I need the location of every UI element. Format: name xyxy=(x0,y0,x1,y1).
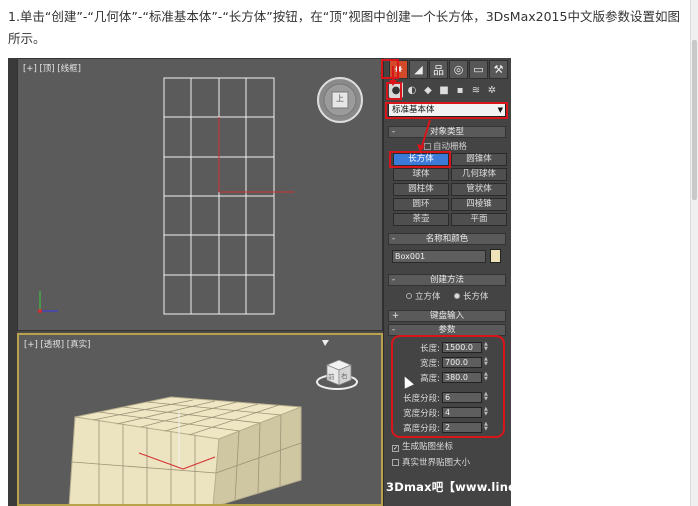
scroll-thumb[interactable] xyxy=(692,40,697,200)
spacewarps-category[interactable]: ≋ xyxy=(469,82,483,98)
creation-method-rollout[interactable]: - 创建方法 xyxy=(388,274,506,286)
plane-button[interactable]: 平面 xyxy=(451,213,507,226)
checkmark-icon: ✓ xyxy=(392,445,399,452)
page-scrollbar[interactable] xyxy=(690,0,698,506)
geosphere-button[interactable]: 几何球体 xyxy=(451,168,507,181)
systems-category[interactable]: ✲ xyxy=(485,82,499,98)
utilities-icon: ⚒ xyxy=(493,63,504,76)
creation-method-header: 创建方法 xyxy=(429,275,464,285)
viewcube-right-face[interactable]: 右 xyxy=(341,370,348,380)
gen-mapping-checkbox[interactable]: ✓ 生成贴图坐标 xyxy=(392,440,453,452)
cube-radio-label: 立方体 xyxy=(415,292,441,302)
radio-on-icon xyxy=(454,293,460,299)
real-world-checkbox[interactable]: 真实世界贴图大小 xyxy=(392,456,470,468)
viewport-strip xyxy=(8,58,17,506)
radio-off-icon xyxy=(406,293,412,299)
max-screenshot: [+] [顶] [线框] 上 [+] [透视] [真实] 前 右 ✸ ◢ 品 ◎… xyxy=(8,58,511,506)
helpers-category[interactable]: ▪ xyxy=(453,82,467,98)
instruction-text: 1.单击“创建”-“几何体”-“标准基本体”-“长方体”按钮，在“顶”视图中创建… xyxy=(8,9,680,46)
collapse-icon: - xyxy=(392,325,396,335)
real-world-label: 真实世界贴图大小 xyxy=(402,458,471,468)
torus-button[interactable]: 圆环 xyxy=(393,198,449,211)
motion-tab[interactable]: ◎ xyxy=(449,60,468,79)
perspective-box xyxy=(68,340,358,504)
systems-icon: ✲ xyxy=(487,84,497,96)
utilities-tab[interactable]: ⚒ xyxy=(489,60,508,79)
annotation-arrows xyxy=(389,66,431,152)
viewcube-top-face[interactable]: 上 xyxy=(334,93,346,104)
camera-icon: ■ xyxy=(439,84,449,96)
teapot-button[interactable]: 茶壶 xyxy=(393,213,449,226)
object-color-swatch[interactable] xyxy=(490,249,501,263)
object-name-input[interactable]: Box001 xyxy=(392,250,486,263)
perspective-viewport-label[interactable]: [+] [透视] [真实] xyxy=(24,338,90,350)
keyboard-entry-rollout[interactable]: + 键盘输入 xyxy=(388,310,506,322)
box-radio-label: 长方体 xyxy=(463,292,489,302)
name-color-rollout[interactable]: - 名称和颜色 xyxy=(388,233,506,245)
empty-check-icon xyxy=(392,459,399,466)
sphere-button[interactable]: 球体 xyxy=(393,168,449,181)
display-tab[interactable]: ▭ xyxy=(469,60,488,79)
motion-icon: ◎ xyxy=(453,63,464,76)
pyramid-button[interactable]: 四棱锥 xyxy=(451,198,507,211)
display-icon: ▭ xyxy=(473,63,484,76)
helpers-icon: ▪ xyxy=(456,84,464,96)
expand-icon: + xyxy=(392,311,400,321)
parameters-header: 参数 xyxy=(438,325,456,335)
top-viewport[interactable]: [+] [顶] [线框] 上 xyxy=(17,58,383,331)
viewcube-front-face[interactable]: 前 xyxy=(328,371,335,381)
viewcube-persp xyxy=(316,359,358,390)
spacewarp-icon: ≋ xyxy=(471,84,481,96)
collapse-icon: - xyxy=(392,234,396,244)
tube-button[interactable]: 管状体 xyxy=(451,183,507,196)
cameras-category[interactable]: ■ xyxy=(437,82,451,98)
collapse-icon: - xyxy=(392,275,396,285)
watermark-text: 3Dmax吧【www.lineeg.com/tieba/1771】 xyxy=(386,480,511,494)
top-viewport-label[interactable]: [+] [顶] [线框] xyxy=(23,62,81,74)
box-radio[interactable]: 长方体 xyxy=(454,290,489,302)
cube-radio[interactable]: 立方体 xyxy=(406,290,441,302)
name-color-header: 名称和颜色 xyxy=(425,234,469,244)
cone-button[interactable]: 圆锥体 xyxy=(451,153,507,166)
gen-mapping-label: 生成贴图坐标 xyxy=(402,442,454,452)
top-wireframe xyxy=(38,77,363,315)
perspective-viewport[interactable]: [+] [透视] [真实] 前 右 xyxy=(17,333,383,506)
cylinder-button[interactable]: 圆柱体 xyxy=(393,183,449,196)
keyboard-entry-header: 键盘输入 xyxy=(429,311,464,321)
